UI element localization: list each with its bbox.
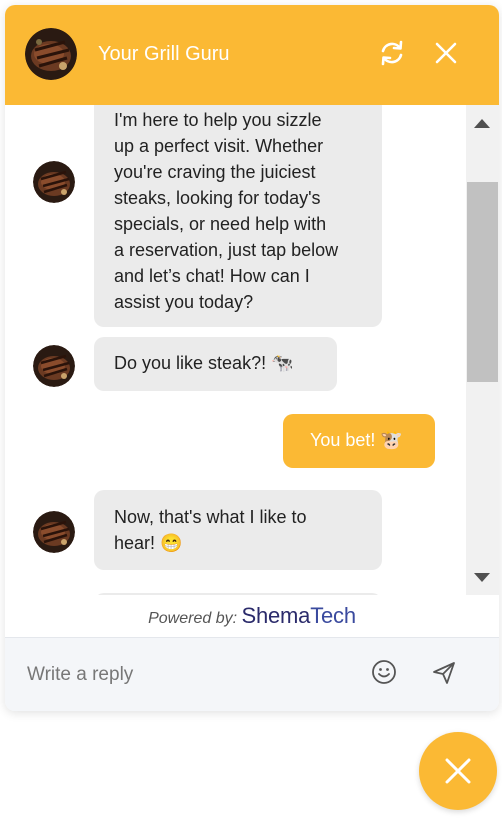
message-line: specials, or need help with bbox=[114, 214, 327, 234]
bot-avatar bbox=[33, 511, 75, 553]
message-list: I'm here to help you sizzle up a perfect… bbox=[5, 105, 465, 595]
reply-input[interactable] bbox=[27, 660, 357, 690]
bot-avatar bbox=[33, 161, 75, 203]
refresh-button[interactable] bbox=[377, 38, 407, 68]
close-chat-fab[interactable] bbox=[419, 732, 497, 810]
send-icon[interactable] bbox=[431, 660, 457, 686]
brand-logo[interactable]: ShemaTech bbox=[241, 603, 357, 628]
message-line: assist you today? bbox=[114, 292, 254, 312]
chat-widget: Your Grill Guru I'm here to help you siz… bbox=[5, 5, 499, 711]
smiley-icon[interactable] bbox=[371, 659, 397, 685]
brand-name-part2: Tech bbox=[310, 603, 356, 628]
brand-name-part1: Shema bbox=[241, 603, 311, 628]
chat-header: Your Grill Guru bbox=[5, 5, 499, 105]
powered-by-label: Powered by: bbox=[148, 610, 238, 627]
message-line: Now, that's what I like to bbox=[114, 507, 307, 527]
scroll-up-arrow-icon[interactable] bbox=[474, 119, 490, 128]
message-line: You bet! 🐮 bbox=[310, 430, 403, 450]
message-bubble-bot: Do you like steak?! 🐄 bbox=[94, 337, 337, 391]
powered-by: Powered by: ShemaTech bbox=[5, 595, 499, 635]
message-bubble-bot: Now, that's what I like to hear! 😁 bbox=[94, 490, 382, 570]
scroll-down-arrow-icon[interactable] bbox=[474, 573, 490, 582]
reply-bar bbox=[5, 637, 499, 711]
message-line: you're craving the juiciest bbox=[114, 162, 316, 182]
scroll-thumb[interactable] bbox=[467, 182, 498, 382]
message-line: hear! 😁 bbox=[114, 533, 183, 553]
message-line: steaks, looking for today's bbox=[114, 188, 321, 208]
bot-avatar bbox=[33, 345, 75, 387]
message-bubble-bot: I'm here to help you sizzle up a perfect… bbox=[94, 105, 382, 327]
close-icon bbox=[445, 758, 471, 784]
close-button[interactable] bbox=[431, 38, 461, 68]
message-scrollbar[interactable] bbox=[466, 105, 499, 595]
message-line: a reservation, just tap below bbox=[114, 240, 339, 260]
close-icon bbox=[435, 42, 457, 64]
message-line: and let’s chat! How can I bbox=[114, 266, 310, 286]
message-bubble-user: You bet! 🐮 bbox=[283, 414, 435, 468]
refresh-icon bbox=[381, 40, 403, 66]
message-line: up a perfect visit. Whether bbox=[114, 136, 324, 156]
message-line: Do you like steak?! 🐄 bbox=[114, 353, 294, 373]
chat-title: Your Grill Guru bbox=[98, 43, 230, 65]
message-line: I'm here to help you sizzle bbox=[114, 110, 322, 130]
bot-avatar bbox=[25, 28, 77, 80]
